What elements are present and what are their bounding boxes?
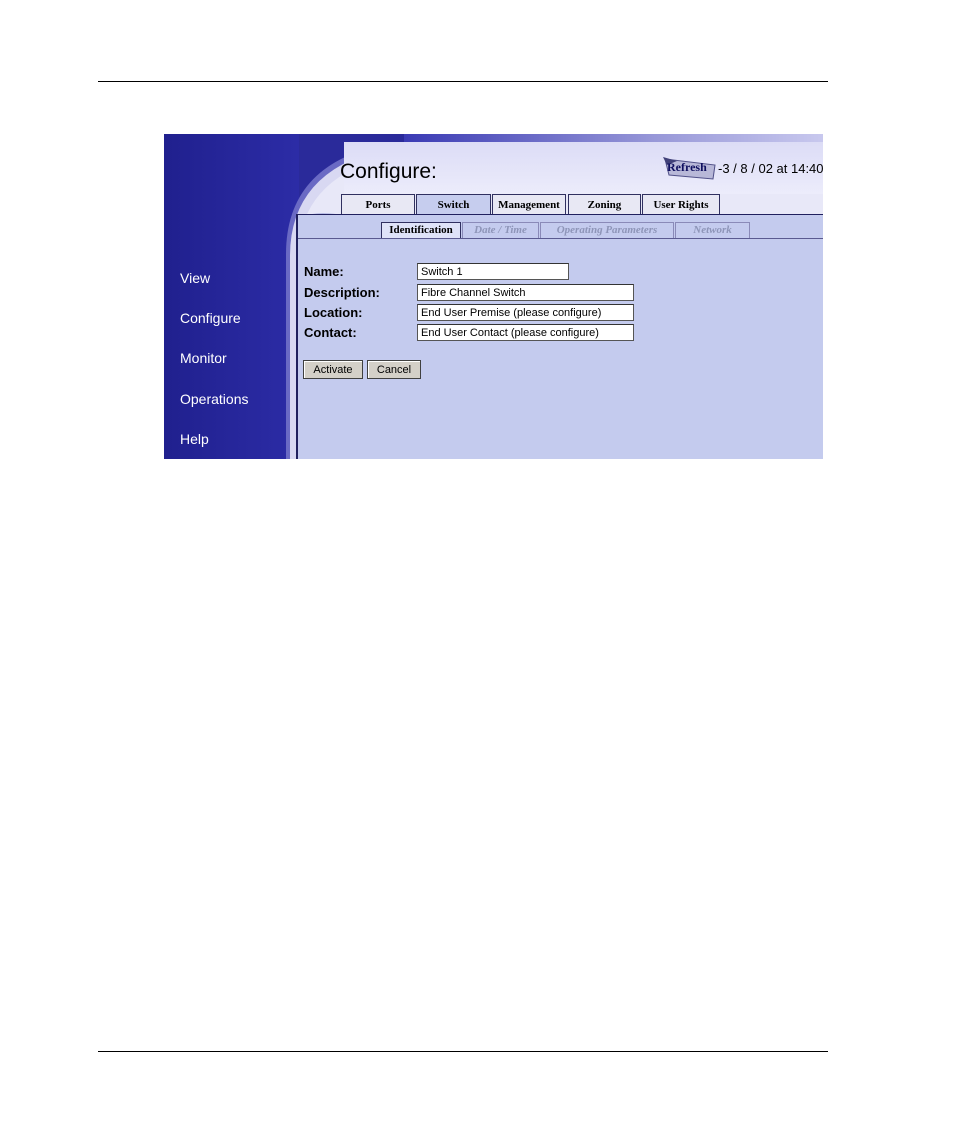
refresh-label: Refresh [667, 160, 707, 174]
sidebar-item-view[interactable]: View [180, 270, 210, 286]
activate-button[interactable]: Activate [303, 360, 363, 379]
subtab-underline [298, 238, 823, 239]
description-field[interactable]: Fibre Channel Switch [417, 284, 634, 301]
contact-field[interactable]: End User Contact (please configure) [417, 324, 634, 341]
contact-label: Contact: [304, 325, 357, 340]
tab-management[interactable]: Management [492, 194, 566, 214]
subtab-network[interactable]: Network [675, 222, 750, 238]
subtab-operating-parameters[interactable]: Operating Parameters [540, 222, 674, 238]
tab-zoning[interactable]: Zoning [568, 194, 641, 214]
cancel-button[interactable]: Cancel [367, 360, 421, 379]
bottom-rule [98, 1051, 828, 1052]
top-rule [98, 81, 828, 82]
location-label: Location: [304, 305, 363, 320]
sidebar-item-operations[interactable]: Operations [180, 391, 248, 407]
name-label: Name: [304, 264, 344, 279]
description-label: Description: [304, 285, 380, 300]
subtab-date-time[interactable]: Date / Time [462, 222, 539, 238]
refresh-timestamp: -3 / 8 / 02 at 14:40 [718, 161, 823, 176]
page-title: Configure: [340, 160, 437, 183]
tab-ports[interactable]: Ports [341, 194, 415, 214]
name-field[interactable]: Switch 1 [417, 263, 569, 280]
app-screenshot: View Configure Monitor Operations Help C… [164, 134, 823, 459]
sidebar-item-configure[interactable]: Configure [180, 310, 241, 326]
sidebar-item-monitor[interactable]: Monitor [180, 350, 227, 366]
location-field[interactable]: End User Premise (please configure) [417, 304, 634, 321]
tab-switch[interactable]: Switch [416, 194, 491, 216]
subtab-identification[interactable]: Identification [381, 222, 461, 238]
tab-user-rights[interactable]: User Rights [642, 194, 720, 214]
sidebar-item-help[interactable]: Help [180, 431, 209, 447]
